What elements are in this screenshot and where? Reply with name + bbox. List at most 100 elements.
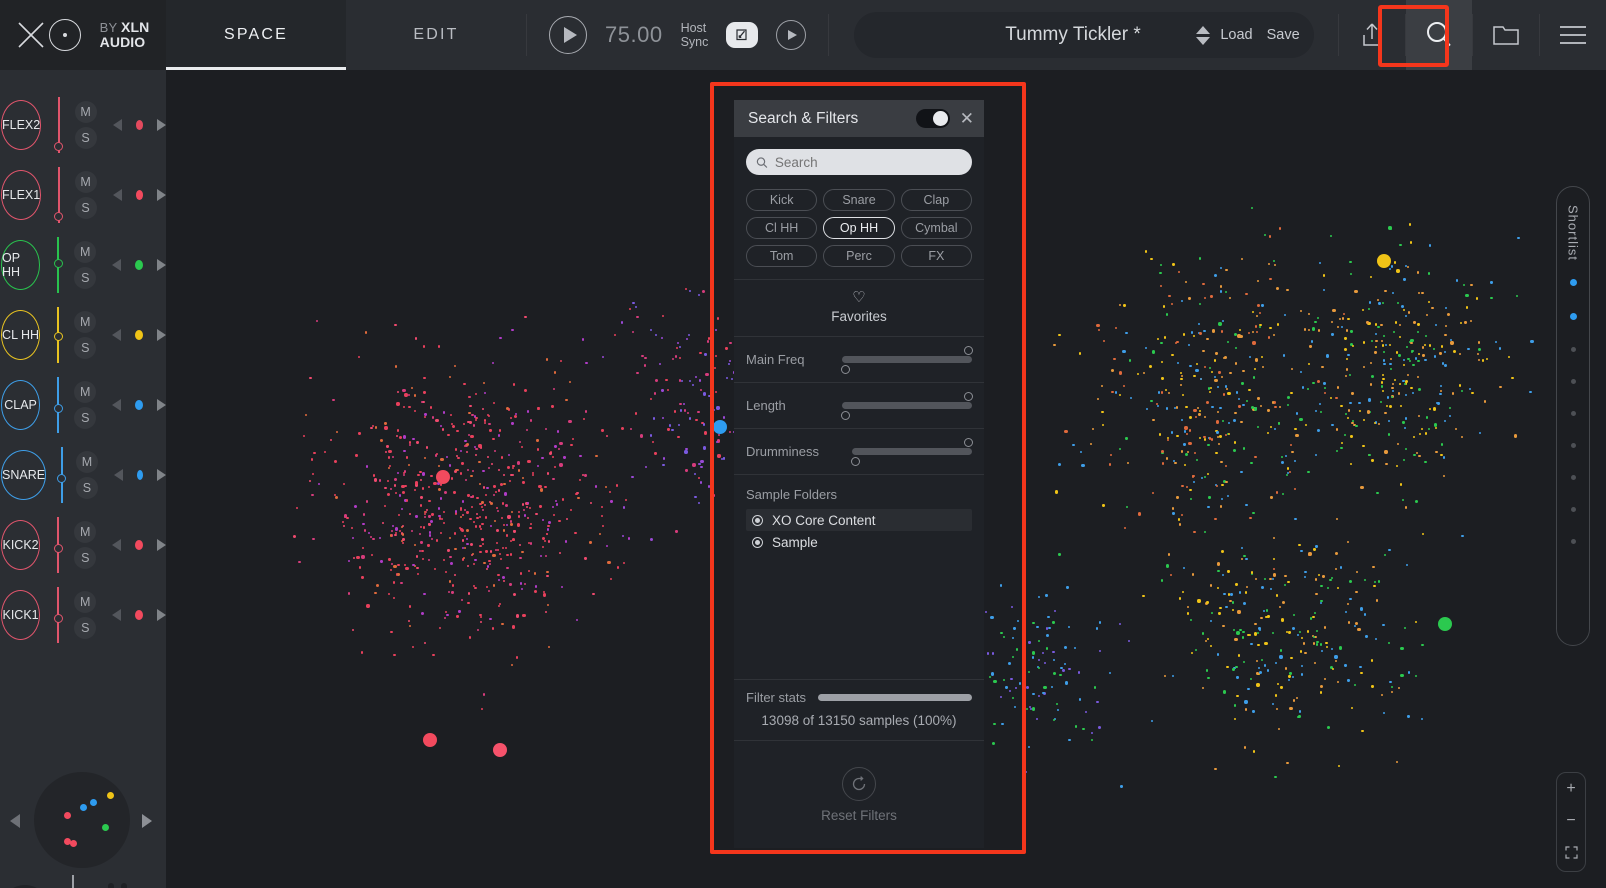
sample-dot[interactable]	[559, 360, 563, 363]
sample-dot[interactable]	[482, 382, 485, 385]
sample-dot[interactable]	[1413, 321, 1416, 324]
sample-dot[interactable]	[506, 465, 511, 469]
sample-dot[interactable]	[1320, 584, 1323, 588]
sample-dot[interactable]	[1329, 578, 1332, 582]
sample-dot[interactable]	[1001, 722, 1004, 726]
sample-dot[interactable]	[401, 524, 404, 528]
chevron-right-icon[interactable]	[157, 609, 166, 621]
load-button[interactable]: Load	[1220, 27, 1252, 43]
sample-dot[interactable]	[1463, 283, 1466, 287]
sample-dot[interactable]	[484, 391, 487, 395]
sample-dot[interactable]	[531, 471, 534, 474]
sample-dot[interactable]	[510, 510, 514, 513]
sample-dot[interactable]	[729, 430, 732, 434]
channel-pad[interactable]: FLEX2	[1, 100, 42, 150]
sample-dot[interactable]	[457, 456, 460, 459]
sample-dot[interactable]	[494, 490, 498, 493]
sample-dot[interactable]	[1195, 369, 1199, 373]
sample-dot[interactable]	[1073, 646, 1076, 650]
sample-dot[interactable]	[1337, 680, 1340, 683]
sample-dot[interactable]	[519, 582, 522, 585]
solo-button[interactable]: S	[74, 547, 97, 569]
sample-dot[interactable]	[1529, 390, 1532, 393]
sample-dot[interactable]	[1428, 300, 1431, 304]
sample-dot[interactable]	[1227, 392, 1231, 396]
sample-dot[interactable]	[412, 563, 415, 567]
sample-dot[interactable]	[552, 513, 555, 516]
sample-dot[interactable]	[1185, 432, 1189, 435]
sample-dot[interactable]	[1233, 704, 1237, 707]
sample-dot[interactable]	[381, 521, 385, 525]
sample-dot[interactable]	[572, 437, 575, 440]
sample-dot[interactable]	[1338, 317, 1342, 320]
sample-dot[interactable]	[487, 466, 491, 470]
sample-dot[interactable]	[1166, 407, 1169, 410]
sample-dot[interactable]	[1010, 677, 1013, 681]
sample-dot[interactable]	[729, 359, 732, 363]
sample-dot[interactable]	[1186, 612, 1189, 615]
sample-dot[interactable]	[1072, 443, 1075, 447]
sample-dot[interactable]	[1160, 391, 1163, 394]
sample-dot[interactable]	[1221, 484, 1224, 487]
sample-dot[interactable]	[458, 610, 461, 613]
sample-dot[interactable]	[1389, 268, 1392, 271]
sample-dot[interactable]	[1125, 331, 1128, 334]
chevron-left-icon[interactable]	[112, 609, 122, 621]
sample-dot[interactable]	[1355, 590, 1358, 594]
sample-dot[interactable]	[1068, 668, 1071, 671]
sample-dot[interactable]	[410, 386, 414, 390]
range-slider-drumminess[interactable]: Drumminess	[734, 428, 984, 474]
sample-dot[interactable]	[419, 526, 422, 529]
sample-dot[interactable]	[632, 331, 635, 334]
sample-dot[interactable]	[1220, 285, 1223, 288]
sample-dot[interactable]	[1054, 609, 1057, 613]
sample-dot[interactable]	[1358, 409, 1361, 413]
sample-dot[interactable]	[557, 447, 561, 451]
sample-dot[interactable]	[1101, 384, 1104, 388]
sample-dot[interactable]	[1068, 738, 1071, 741]
sample-dot[interactable]	[1207, 443, 1210, 447]
sample-dot[interactable]	[420, 541, 423, 544]
sample-dot[interactable]	[1208, 496, 1211, 499]
sample-dot[interactable]	[520, 445, 524, 448]
sample-dot[interactable]	[1197, 599, 1201, 603]
sample-dot[interactable]	[360, 651, 363, 654]
sample-dot[interactable]	[1479, 431, 1482, 434]
sample-dot[interactable]	[712, 494, 715, 497]
sample-dot[interactable]	[351, 537, 354, 540]
sample-dot[interactable]	[1052, 650, 1055, 654]
sample-dot[interactable]	[433, 481, 437, 486]
sample-dot[interactable]	[1323, 387, 1327, 390]
sample-dot[interactable]	[1395, 351, 1398, 354]
sample-dot[interactable]	[547, 524, 550, 528]
sample-dot[interactable]	[1350, 435, 1353, 438]
sample-dot[interactable]	[1286, 467, 1290, 470]
sample-dot[interactable]	[1258, 627, 1261, 630]
sample-dot[interactable]	[636, 371, 639, 375]
sample-dot[interactable]	[546, 533, 549, 536]
sample-dot[interactable]	[396, 472, 399, 475]
sample-dot[interactable]	[499, 336, 502, 340]
sample-dot[interactable]	[497, 489, 501, 492]
sample-dot[interactable]	[445, 455, 448, 459]
sample-dot[interactable]	[1233, 441, 1237, 444]
sample-dot[interactable]	[1193, 374, 1196, 378]
sample-dot[interactable]	[1389, 680, 1392, 684]
sample-dot[interactable]	[479, 502, 482, 505]
sample-dot[interactable]	[500, 516, 504, 519]
sample-dot[interactable]	[1435, 426, 1438, 429]
sample-dot[interactable]	[1425, 416, 1429, 419]
sample-dot[interactable]	[461, 529, 464, 532]
sample-dot[interactable]	[1009, 690, 1012, 693]
sample-dot[interactable]	[1422, 354, 1425, 357]
sample-dot[interactable]	[1191, 573, 1194, 576]
sample-dot[interactable]	[1375, 345, 1378, 348]
sample-dot[interactable]	[1260, 586, 1264, 590]
sample-dot[interactable]	[439, 532, 442, 535]
sample-dot[interactable]	[1307, 362, 1311, 365]
sample-dot[interactable]	[468, 636, 472, 639]
sample-dot[interactable]	[1315, 592, 1318, 596]
sample-dot[interactable]	[1344, 337, 1347, 340]
sample-dot[interactable]	[463, 546, 467, 550]
sample-dot[interactable]	[671, 358, 675, 361]
